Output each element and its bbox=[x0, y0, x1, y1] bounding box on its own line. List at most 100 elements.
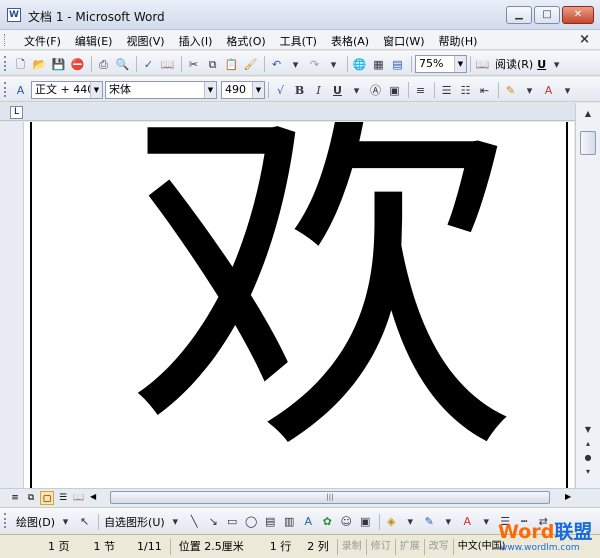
tables-borders-icon[interactable]: ▦ bbox=[370, 56, 387, 73]
menu-file[interactable]: 文件(F) bbox=[24, 33, 61, 49]
line-color-dropdown-icon[interactable]: ▾ bbox=[440, 513, 457, 530]
hyperlink-icon[interactable]: 🌐 bbox=[351, 56, 368, 73]
vertical-ruler[interactable] bbox=[0, 122, 24, 488]
draw-font-color-dropdown-icon[interactable]: ▾ bbox=[478, 513, 495, 530]
word-app-icon[interactable]: W bbox=[7, 8, 21, 22]
line-icon[interactable]: ╲ bbox=[186, 513, 203, 530]
font-color-dropdown-icon[interactable]: ▾ bbox=[559, 82, 576, 99]
equation-icon[interactable]: √ bbox=[272, 82, 289, 99]
undo-dropdown-icon[interactable]: ▾ bbox=[287, 56, 304, 73]
research-icon[interactable]: 📖 bbox=[159, 56, 176, 73]
line-color-icon[interactable]: ✎ bbox=[421, 513, 438, 530]
arrow-icon[interactable]: ↘ bbox=[205, 513, 222, 530]
toolbar-grip[interactable] bbox=[4, 513, 7, 528]
scroll-left-icon[interactable]: ◀ bbox=[90, 492, 96, 501]
web-view-icon[interactable]: ⧉ bbox=[24, 491, 38, 505]
read-mode-button[interactable]: 阅读(R) bbox=[495, 56, 533, 72]
scroll-up-icon[interactable]: ▲ bbox=[581, 107, 595, 121]
character-shading-icon[interactable]: ▣ bbox=[386, 82, 403, 99]
bullets-icon[interactable]: ☷ bbox=[457, 82, 474, 99]
chevron-down-icon[interactable]: ▼ bbox=[90, 82, 102, 98]
print-icon[interactable]: ⎙ bbox=[95, 56, 112, 73]
draw-dropdown-icon[interactable]: ▾ bbox=[57, 513, 74, 530]
next-page-icon[interactable]: ▾ bbox=[581, 465, 595, 479]
print-preview-icon[interactable]: 🔍 bbox=[114, 56, 131, 73]
character-border-icon[interactable]: Ⓐ bbox=[367, 82, 384, 99]
status-record[interactable]: 录制 bbox=[336, 539, 366, 555]
underline-quick-button[interactable]: U bbox=[537, 58, 546, 71]
print-view-icon[interactable]: ▢ bbox=[40, 491, 54, 505]
save-icon[interactable]: 💾 bbox=[50, 56, 67, 73]
autoshapes-button[interactable]: 自选图形(U) bbox=[104, 514, 165, 530]
cut-icon[interactable]: ✂ bbox=[185, 56, 202, 73]
menu-edit[interactable]: 编辑(E) bbox=[75, 33, 113, 49]
status-overtype[interactable]: 改写 bbox=[423, 539, 453, 555]
tab-selector-icon[interactable]: L bbox=[10, 106, 23, 119]
decrease-indent-icon[interactable]: ⇤ bbox=[476, 82, 493, 99]
document-page[interactable]: 欢 bbox=[0, 122, 574, 488]
redo-icon[interactable]: ↷ bbox=[306, 56, 323, 73]
menu-insert[interactable]: 插入(I) bbox=[179, 33, 213, 49]
draw-font-color-icon[interactable]: A bbox=[459, 513, 476, 530]
redo-dropdown-icon[interactable]: ▾ bbox=[325, 56, 342, 73]
menu-tools[interactable]: 工具(T) bbox=[280, 33, 317, 49]
vertical-textbox-icon[interactable]: ▥ bbox=[281, 513, 298, 530]
menu-window[interactable]: 窗口(W) bbox=[383, 33, 424, 49]
toolbar-grip[interactable] bbox=[4, 82, 7, 97]
horizontal-scroll-thumb[interactable]: ||| bbox=[110, 491, 550, 504]
status-extend[interactable]: 扩展 bbox=[394, 539, 424, 555]
menu-help[interactable]: 帮助(H) bbox=[439, 33, 478, 49]
toolbar-options-icon[interactable]: ▾ bbox=[548, 56, 565, 73]
toolbar-grip[interactable] bbox=[4, 56, 7, 71]
scroll-right-icon[interactable]: ▶ bbox=[565, 492, 571, 501]
chevron-down-icon[interactable]: ▼ bbox=[204, 82, 216, 98]
browse-object-icon[interactable]: ● bbox=[581, 451, 595, 465]
numbering-icon[interactable]: ☰ bbox=[438, 82, 455, 99]
paste-icon[interactable]: 📋 bbox=[223, 56, 240, 73]
bold-button[interactable]: B bbox=[291, 82, 308, 99]
textbox-icon[interactable]: ▤ bbox=[262, 513, 279, 530]
diagram-icon[interactable]: ✿ bbox=[319, 513, 336, 530]
underline-dropdown-icon[interactable]: ▾ bbox=[348, 82, 365, 99]
status-track-changes[interactable]: 修订 bbox=[365, 539, 395, 555]
wordart-icon[interactable]: A bbox=[300, 513, 317, 530]
styles-formatting-icon[interactable]: A bbox=[12, 82, 29, 99]
highlight-icon[interactable]: ✎ bbox=[502, 82, 519, 99]
horizontal-ruler[interactable]: L bbox=[0, 103, 600, 121]
close-button[interactable]: ✕ bbox=[562, 6, 594, 24]
autoshapes-dropdown-icon[interactable]: ▾ bbox=[167, 513, 184, 530]
align-justify-icon[interactable]: ≡ bbox=[412, 82, 429, 99]
normal-view-icon[interactable]: ≡ bbox=[8, 491, 22, 505]
undo-icon[interactable]: ↶ bbox=[268, 56, 285, 73]
format-painter-icon[interactable]: 🖌 bbox=[242, 56, 259, 73]
spelling-icon[interactable]: ✓ bbox=[140, 56, 157, 73]
select-objects-icon[interactable]: ↖ bbox=[76, 513, 93, 530]
fill-color-dropdown-icon[interactable]: ▾ bbox=[402, 513, 419, 530]
font-size-select[interactable]: 490 ▼ bbox=[221, 81, 265, 99]
font-color-button[interactable]: A bbox=[540, 82, 557, 99]
previous-page-icon[interactable]: ▴ bbox=[581, 437, 595, 451]
menubar-grip[interactable] bbox=[4, 34, 7, 46]
open-folder-icon[interactable]: 📂 bbox=[31, 56, 48, 73]
font-select[interactable]: 宋体 ▼ bbox=[105, 81, 217, 99]
document-area[interactable]: 欢 bbox=[0, 122, 574, 488]
rectangle-icon[interactable]: ▭ bbox=[224, 513, 241, 530]
clipart-icon[interactable]: ☺ bbox=[338, 513, 355, 530]
chevron-down-icon[interactable]: ▼ bbox=[454, 56, 466, 72]
draw-menu-button[interactable]: 绘图(D) bbox=[16, 514, 55, 530]
menu-format[interactable]: 格式(O) bbox=[226, 33, 265, 49]
picture-icon[interactable]: ▣ bbox=[357, 513, 374, 530]
copy-icon[interactable]: ⧉ bbox=[204, 56, 221, 73]
italic-button[interactable]: I bbox=[310, 82, 327, 99]
new-document-icon[interactable]: 🗋 bbox=[12, 56, 29, 73]
document-text[interactable]: 欢 bbox=[128, 122, 518, 470]
vertical-scroll-thumb[interactable] bbox=[580, 131, 596, 155]
reading-view-icon[interactable]: 📖 bbox=[72, 491, 86, 505]
minimize-button[interactable]: ▁ bbox=[506, 6, 532, 24]
oval-icon[interactable]: ◯ bbox=[243, 513, 260, 530]
menu-view[interactable]: 视图(V) bbox=[126, 33, 164, 49]
chevron-down-icon[interactable]: ▼ bbox=[252, 82, 264, 98]
scroll-down-icon[interactable]: ▼ bbox=[581, 423, 595, 437]
highlight-dropdown-icon[interactable]: ▾ bbox=[521, 82, 538, 99]
maximize-button[interactable]: □ bbox=[534, 6, 560, 24]
